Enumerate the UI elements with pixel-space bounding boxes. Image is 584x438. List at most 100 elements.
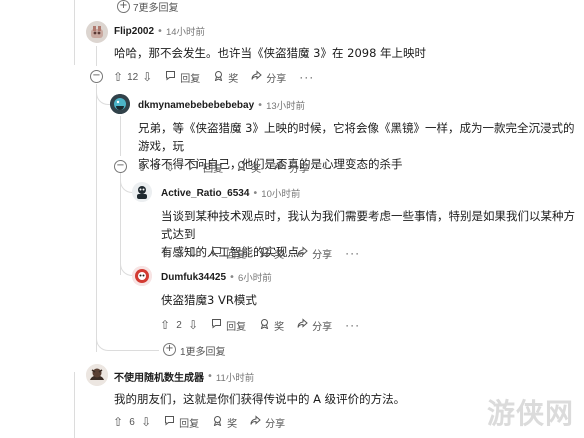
share-label: 分享 [312,249,333,261]
vote-count: 9 [153,161,159,173]
comment-actions: ⇧ 2 ⇩ 回复 奖 分享 ··· [160,316,360,334]
comment-actions: ⇧ 3 ⇩ 回复 奖 分享 ··· [160,244,360,262]
vote-count: 6 [129,416,135,428]
expand-more-icon[interactable]: + [117,0,130,13]
vote-count: 2 [176,319,182,331]
award-button[interactable]: 奖 [236,160,261,175]
avatar[interactable] [132,266,152,286]
share-icon [297,246,308,260]
downvote-icon[interactable]: ⇩ [141,416,151,428]
vote-count: 3 [176,247,182,259]
downvote-icon[interactable]: ⇩ [165,161,175,173]
comment-text-line-1: 兄弟，等《侠盗猎魔 3》上映的时候，它将会像《黑镜》一样，成为一款完全沉浸式的游… [138,121,575,153]
avatar[interactable] [86,21,108,43]
reply-label: 回复 [203,163,224,175]
username[interactable]: 不使用随机数生成器 [114,369,204,384]
username[interactable]: Dumfuk34425 [161,272,226,283]
username[interactable]: Active_Ratio_6534 [161,188,249,199]
comment-text: 哈哈，那不会发生。也许当《侠盗猎魔 3》在 2098 年上映时 [114,46,427,60]
more-options-icon[interactable]: ··· [345,246,360,260]
upvote-icon[interactable]: ⇧ [160,247,170,259]
more-replies-nested[interactable]: 1更多回复 [180,343,226,358]
separator: • [252,187,259,199]
more-replies-top-label: 7更多回复 [133,3,179,14]
award-icon [259,246,270,260]
share-icon [251,70,263,84]
share-icon [297,318,308,332]
avatar[interactable] [86,364,108,386]
thread-line-dk [120,116,121,156]
avatar[interactable] [132,182,152,202]
more-options-icon[interactable]: ··· [345,318,360,332]
vote-group: ⇧ 12 ⇩ [113,71,152,83]
upvote-icon[interactable]: ⇧ [137,161,147,173]
reply-button[interactable]: 回复 [188,160,223,175]
comment-header: Active_Ratio_6534 • 10小时前 [161,186,300,201]
reply-button[interactable]: 回复 [211,246,246,261]
comment-body: 哈哈，那不会发生。也许当《侠盗猎魔 3》在 2098 年上映时 [114,44,426,62]
award-button[interactable]: 奖 [259,246,284,261]
reply-label: 回复 [226,321,247,333]
share-button[interactable]: 分享 [297,318,332,333]
award-button[interactable]: 奖 [213,70,238,85]
award-icon [213,70,224,84]
share-button[interactable]: 分享 [250,415,285,430]
collapse-icon[interactable]: − [90,70,103,83]
share-icon [250,415,261,429]
share-icon [274,160,285,174]
upvote-icon[interactable]: ⇧ [160,319,170,331]
award-label: 奖 [228,73,239,85]
avatar[interactable] [110,94,130,114]
upvote-icon[interactable]: ⇧ [113,416,123,428]
downvote-icon[interactable]: ⇩ [188,319,198,331]
reply-button[interactable]: 回复 [211,318,246,333]
award-button[interactable]: 奖 [212,415,237,430]
reply-label: 回复 [179,418,200,430]
award-icon [236,160,247,174]
timestamp: 13小时前 [266,101,306,112]
timestamp: 11小时前 [215,372,255,384]
more-replies-top[interactable]: 7更多回复 [133,0,179,14]
share-button[interactable]: 分享 [251,70,286,85]
vote-group: ⇧ 9 ⇩ [137,161,175,173]
award-label: 奖 [274,321,285,333]
comment-text-line-1: 当谈到某种技术观点时，我认为我们需要考虑一些事情，特别是如果我们以某种方式达到 [161,209,575,241]
more-replies-nested-label: 1更多回复 [180,347,226,358]
comment-header: 不使用随机数生成器 • 11小时前 [114,369,254,384]
comment-icon [164,415,175,429]
comment-text: 我的朋友们，这就是你们获得传说中的 A 级评价的方法。 [114,392,406,406]
upvote-icon[interactable]: ⇧ [113,71,123,83]
watermark: 游侠网 [486,397,574,430]
thread-line-flip-children [96,84,97,352]
more-options-icon[interactable]: ··· [299,70,314,84]
comment-header: Dumfuk34425 • 6小时前 [161,270,272,285]
comment-body: 我的朋友们，这就是你们获得传说中的 A 级评价的方法。 [114,390,405,408]
share-button[interactable]: 分享 [297,246,332,261]
share-label: 分享 [289,163,310,175]
comment-actions: ⇧ 12 ⇩ 回复 奖 分享 ··· [113,68,314,86]
comment-header: Flip2002 • 14小时前 [114,24,205,39]
reply-button[interactable]: 回复 [164,415,199,430]
collapse-icon[interactable]: − [114,160,127,173]
share-button[interactable]: 分享 [274,160,309,175]
vote-group: ⇧ 3 ⇩ [160,247,198,259]
reply-button[interactable]: 回复 [165,70,200,85]
award-label: 奖 [274,249,285,261]
comment-icon [165,70,176,84]
thread-line-bottom [74,372,75,438]
award-icon [212,415,223,429]
comment-actions: ⇧ 6 ⇩ 回复 奖 分享 [113,413,298,431]
downvote-icon[interactable]: ⇩ [188,247,198,259]
username[interactable]: Flip2002 [114,26,154,37]
reply-label: 回复 [180,73,201,85]
more-options-icon[interactable]: ··· [322,160,337,174]
separator: • [229,271,235,283]
downvote-icon[interactable]: ⇩ [142,71,152,83]
separator: • [157,25,163,37]
expand-more-icon[interactable]: + [163,343,176,356]
comment-icon [211,246,222,260]
username[interactable]: dkmynamebebebebebay [138,100,254,111]
award-button[interactable]: 奖 [259,318,284,333]
reply-label: 回复 [226,249,247,261]
share-label: 分享 [312,321,333,333]
